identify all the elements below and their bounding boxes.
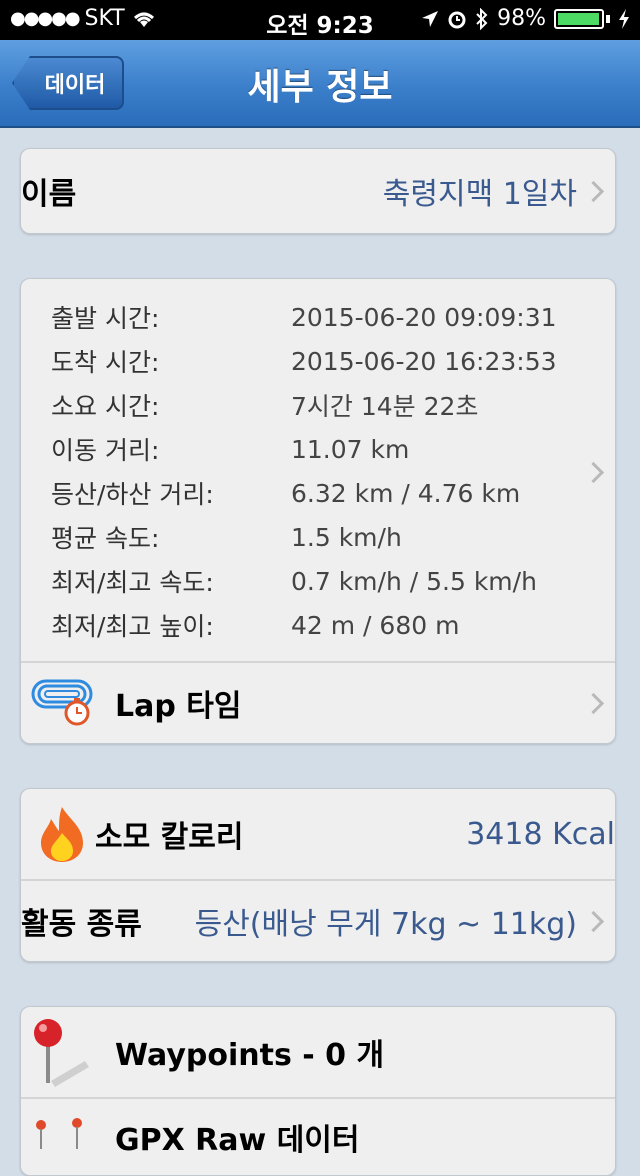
- stat-row: 출발 시간: 2015-06-20 09:09:31: [51, 295, 615, 339]
- status-bar: ●●●●● SKT 오전 9:23 98%: [0, 0, 640, 40]
- charging-bolt-icon: [619, 8, 629, 29]
- stats-list: 출발 시간: 2015-06-20 09:09:31 도착 시간: 2015-06-2…: [21, 279, 615, 659]
- stat-value: 1.5 km/h: [291, 522, 402, 552]
- calories-row: 소모 칼로리 3418 Kcal: [21, 789, 615, 879]
- battery-tip: [606, 14, 610, 23]
- waypoints-label: Waypoints - 0 개: [115, 1038, 385, 1073]
- activity-type-label: 활동 종류: [21, 907, 142, 942]
- stat-label: 이동 거리:: [51, 436, 160, 465]
- stats-row[interactable]: 출발 시간: 2015-06-20 09:09:31 도착 시간: 2015-06-2…: [21, 279, 615, 661]
- chevron-right-icon: [582, 692, 605, 714]
- chevron-right-icon: [582, 910, 605, 932]
- chevron-right-icon: [582, 180, 605, 202]
- lap-time-row[interactable]: Lap 타임: [21, 661, 615, 743]
- stat-value: 2015-06-20 09:09:31: [291, 302, 557, 332]
- navigation-bar: 데이터 세부 정보: [0, 40, 640, 128]
- stat-row: 소요 시간: 7시간 14분 22초: [51, 383, 615, 427]
- stat-value: 0.7 km/h / 5.5 km/h: [291, 566, 537, 596]
- name-label: 이름: [21, 177, 77, 212]
- flame-icon: [41, 807, 83, 862]
- stat-row: 도착 시간: 2015-06-20 16:23:53: [51, 339, 615, 383]
- map-pin-icon: [34, 1019, 89, 1087]
- stat-row: 최저/최고 속도: 0.7 km/h / 5.5 km/h: [51, 559, 615, 603]
- stat-label: 등산/하산 거리:: [51, 480, 214, 509]
- battery-level: [558, 12, 600, 25]
- stat-label: 출발 시간:: [51, 304, 160, 333]
- name-value: 축령지맥 1일차: [382, 177, 577, 212]
- waypoints-row[interactable]: Waypoints - 0 개: [21, 1007, 615, 1097]
- gpx-route-icon: [36, 1118, 82, 1149]
- stat-label: 최저/최고 높이:: [51, 612, 214, 641]
- gpx-raw-data-row[interactable]: GPX Raw 데이터: [21, 1097, 615, 1175]
- page-title: 세부 정보: [247, 67, 393, 108]
- calorie-card: 소모 칼로리 3418 Kcal 활동 종류 등산(배낭 무게 7kg ~ 11…: [20, 788, 616, 962]
- stat-value: 7시간 14분 22초: [291, 392, 479, 421]
- lap-time-label: Lap 타임: [115, 689, 242, 724]
- activity-type-value: 등산(배낭 무게 7kg ~ 11kg): [194, 907, 577, 942]
- battery-icon: [554, 8, 604, 29]
- stat-label: 도착 시간:: [51, 348, 160, 377]
- gpx-raw-data-label: GPX Raw 데이터: [115, 1123, 360, 1158]
- activity-type-row[interactable]: 활동 종류 등산(배낭 무게 7kg ~ 11kg): [21, 879, 615, 961]
- stat-row: 평균 속도: 1.5 km/h: [51, 515, 615, 559]
- stat-label: 평균 속도:: [51, 524, 160, 553]
- stat-value: 2015-06-20 16:23:53: [291, 346, 557, 376]
- waypoints-card: Waypoints - 0 개 GPX Raw 데이터: [20, 1006, 616, 1176]
- stat-label: 소요 시간:: [51, 392, 160, 421]
- name-card: 이름 축령지맥 1일차: [20, 148, 616, 234]
- stats-card: 출발 시간: 2015-06-20 09:09:31 도착 시간: 2015-06-2…: [20, 278, 616, 744]
- status-right: 98%: [421, 6, 630, 31]
- name-row[interactable]: 이름 축령지맥 1일차: [21, 149, 615, 233]
- stat-value: 11.07 km: [291, 434, 410, 464]
- stat-label: 최저/최고 속도:: [51, 568, 214, 597]
- battery-percent: 98%: [497, 6, 546, 31]
- location-arrow-icon: [422, 10, 439, 27]
- stat-row: 최저/최고 높이: 42 m / 680 m: [51, 603, 615, 647]
- stat-row: 이동 거리: 11.07 km: [51, 427, 615, 471]
- calories-label: 소모 칼로리: [95, 820, 244, 855]
- stat-row: 등산/하산 거리: 6.32 km / 4.76 km: [51, 471, 615, 515]
- bluetooth-icon: [476, 7, 488, 30]
- alarm-icon: [448, 11, 466, 28]
- lap-stopwatch-icon: [31, 679, 93, 726]
- calories-value: 3418 Kcal: [466, 816, 615, 852]
- stat-value: 6.32 km / 4.76 km: [291, 478, 521, 508]
- stat-value: 42 m / 680 m: [291, 610, 460, 640]
